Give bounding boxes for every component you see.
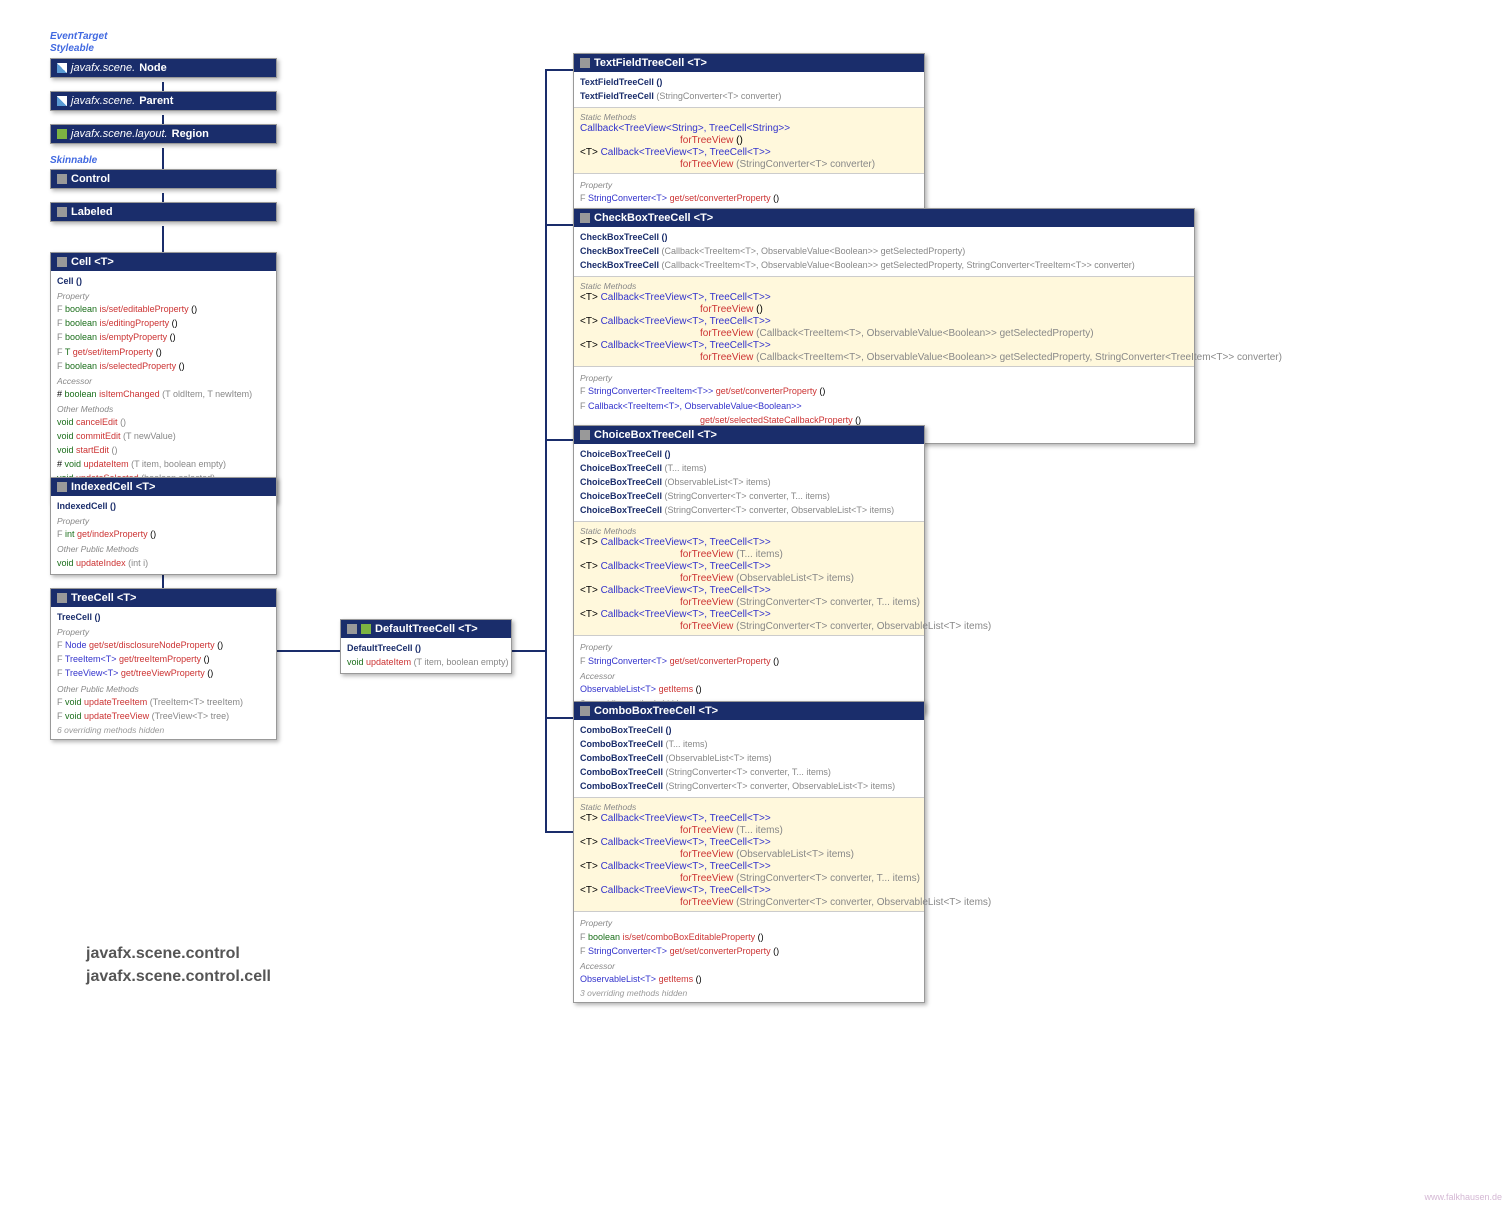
class-box-comboboxtreecell: ComboBoxTreeCell <T> ComboBoxTreeCell ()… xyxy=(573,701,925,1003)
class-icon xyxy=(57,482,67,492)
class-icon xyxy=(57,207,67,217)
class-icon xyxy=(57,63,67,73)
class-icon xyxy=(361,624,371,634)
interface-label-styleable: Styleable xyxy=(50,43,94,54)
class-box-node: javafx.scene.Node xyxy=(50,58,277,78)
class-box-choiceboxtreecell: ChoiceBoxTreeCell <T> ChoiceBoxTreeCell … xyxy=(573,425,925,713)
class-box-cell: Cell <T> Cell () Property F boolean is/s… xyxy=(50,252,277,503)
class-box-treecell: TreeCell <T> TreeCell () Property F Node… xyxy=(50,588,277,740)
package-label-cell: javafx.scene.control.cell xyxy=(80,968,271,986)
class-icon xyxy=(57,593,67,603)
class-icon xyxy=(57,174,67,184)
interface-label-skinnable: Skinnable xyxy=(50,155,97,166)
class-icon xyxy=(57,129,67,139)
footer-link[interactable]: www.falkhausen.de xyxy=(1424,1192,1502,1202)
class-icon xyxy=(580,213,590,223)
class-box-labeled: Labeled xyxy=(50,202,277,222)
class-icon xyxy=(580,706,590,716)
package-label-control: javafx.scene.control xyxy=(80,945,240,963)
class-icon xyxy=(347,624,357,634)
class-box-region: javafx.scene.layout.Region xyxy=(50,124,277,144)
class-box-defaulttreecell: DefaultTreeCell <T> DefaultTreeCell () v… xyxy=(340,619,512,674)
class-box-parent: javafx.scene.Parent xyxy=(50,91,277,111)
interface-label-eventtarget: EventTarget xyxy=(50,31,107,42)
class-box-control: Control xyxy=(50,169,277,189)
class-icon xyxy=(57,257,67,267)
class-box-indexedcell: IndexedCell <T> IndexedCell () Property … xyxy=(50,477,277,575)
class-box-checkboxtreecell: CheckBoxTreeCell <T> CheckBoxTreeCell ()… xyxy=(573,208,1195,444)
class-icon xyxy=(57,96,67,106)
class-box-textfieldtreecell: TextFieldTreeCell <T> TextFieldTreeCell … xyxy=(573,53,925,223)
class-icon xyxy=(580,430,590,440)
class-icon xyxy=(580,58,590,68)
